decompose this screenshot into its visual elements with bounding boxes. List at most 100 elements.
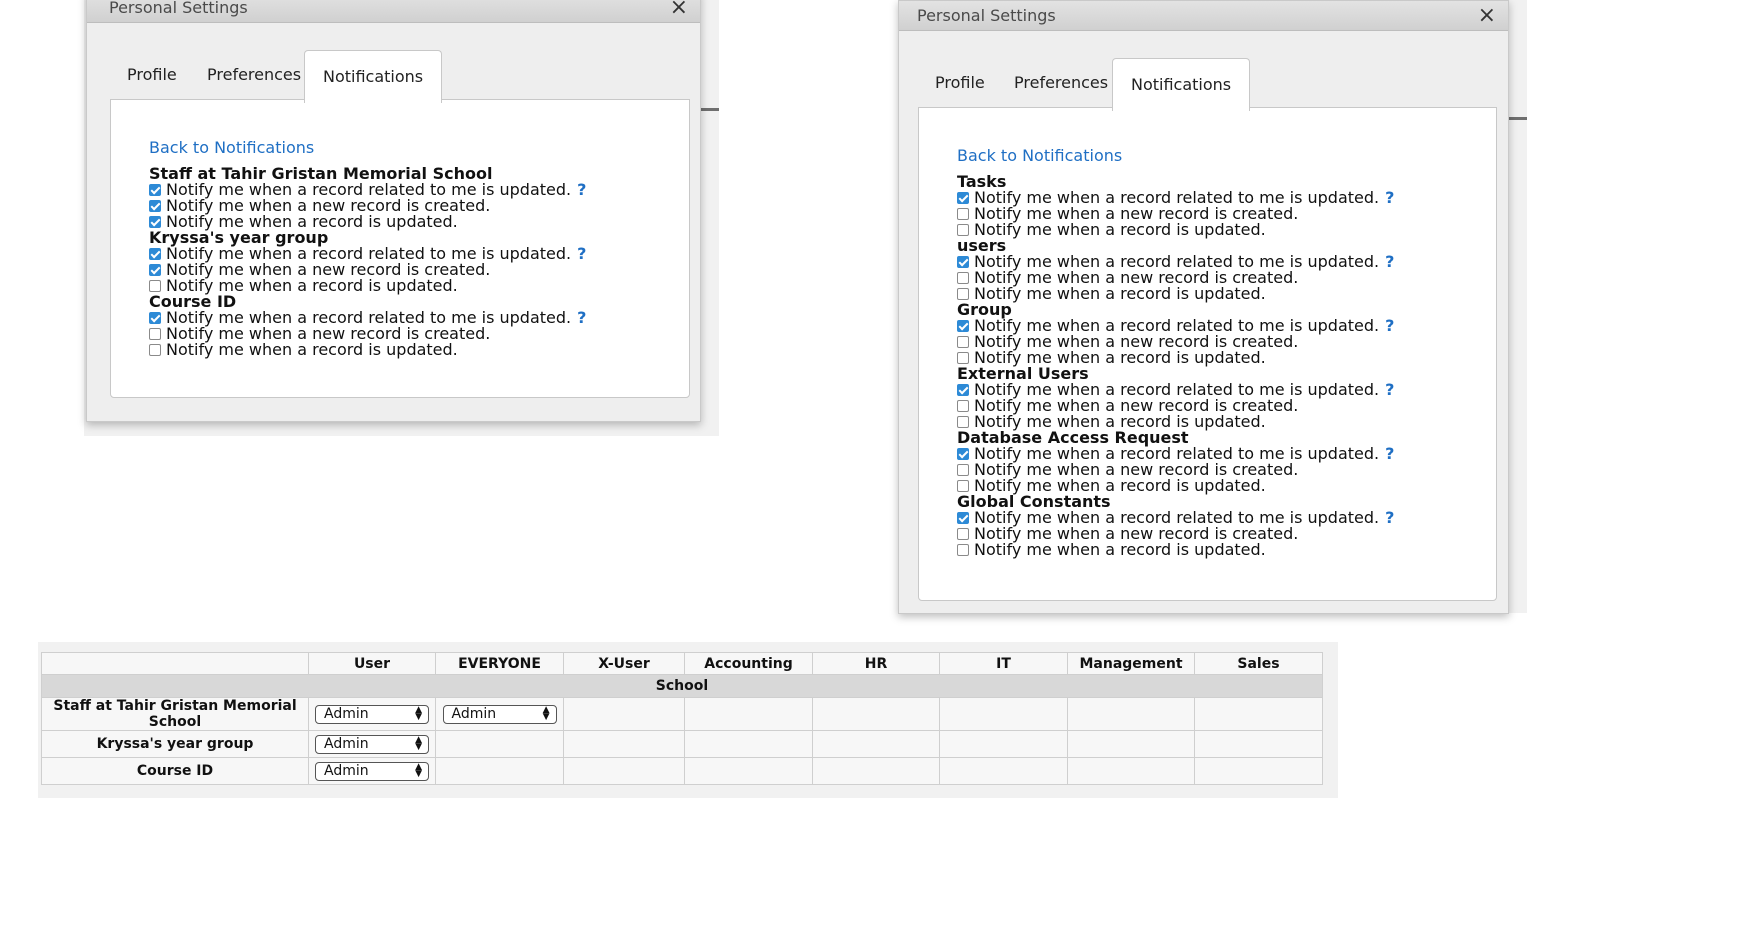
notification-checkbox[interactable] xyxy=(957,192,969,204)
notification-checkbox[interactable] xyxy=(149,344,161,356)
column-header-accounting: Accounting xyxy=(684,652,813,675)
tab-preferences[interactable]: Preferences xyxy=(1014,57,1108,109)
notification-option[interactable]: Notify me when a record is updated. xyxy=(149,342,586,358)
notification-checkbox[interactable] xyxy=(149,216,161,228)
help-icon[interactable]: ? xyxy=(1385,254,1394,270)
dialog-titlebar: Personal Settings × xyxy=(899,1,1508,31)
table-row: Staff at Tahir Gristan Memorial School Ad… xyxy=(41,697,1323,731)
notification-checkbox[interactable] xyxy=(957,336,969,348)
help-icon[interactable]: ? xyxy=(1385,190,1394,206)
back-to-notifications-link[interactable]: Back to Notifications xyxy=(957,146,1122,165)
column-header-x-user: X-User xyxy=(563,652,685,675)
table-cell: Admin ▲ ▼ xyxy=(308,730,436,758)
help-icon[interactable]: ? xyxy=(1385,382,1394,398)
table-cell xyxy=(1067,757,1195,785)
notification-checkbox[interactable] xyxy=(957,208,969,220)
tab-profile[interactable]: Profile xyxy=(127,49,177,101)
notification-checkbox[interactable] xyxy=(149,312,161,324)
section-row: School xyxy=(41,674,1323,698)
tab-preferences[interactable]: Preferences xyxy=(207,49,301,101)
notification-option[interactable]: Notify me when a record is updated. xyxy=(957,286,1394,302)
help-icon[interactable]: ? xyxy=(1385,446,1394,462)
column-header-sales: Sales xyxy=(1194,652,1323,675)
table-cell xyxy=(812,757,940,785)
column-header-user: User xyxy=(308,652,436,675)
notification-option[interactable]: Notify me when a record is updated. xyxy=(957,542,1394,558)
help-icon[interactable]: ? xyxy=(577,182,586,198)
notification-checkbox[interactable] xyxy=(957,400,969,412)
notification-checkbox[interactable] xyxy=(957,448,969,460)
role-select[interactable]: Admin ▲ ▼ xyxy=(315,734,429,754)
notification-group-list: Tasks Notify me when a record related to … xyxy=(957,174,1394,558)
table-cell xyxy=(939,757,1068,785)
column-header-management: Management xyxy=(1067,652,1195,675)
table-row: Kryssa's year group Admin ▲ ▼ xyxy=(41,730,1323,758)
help-icon[interactable]: ? xyxy=(577,246,586,262)
notification-checkbox[interactable] xyxy=(957,352,969,364)
notification-checkbox[interactable] xyxy=(957,224,969,236)
back-to-notifications-link[interactable]: Back to Notifications xyxy=(149,138,314,157)
personal-settings-dialog-left: Personal Settings × Profile Preferences … xyxy=(86,0,701,422)
close-icon[interactable]: × xyxy=(1478,1,1496,30)
role-select[interactable]: Admin ▲ ▼ xyxy=(315,704,429,724)
help-icon[interactable]: ? xyxy=(1385,318,1394,334)
table-cell xyxy=(1194,730,1323,758)
notification-checkbox[interactable] xyxy=(957,512,969,524)
notification-checkbox[interactable] xyxy=(957,464,969,476)
notification-checkbox[interactable] xyxy=(149,328,161,340)
role-select[interactable]: Admin ▲ ▼ xyxy=(315,761,429,781)
table-cell xyxy=(939,697,1068,731)
table-cell xyxy=(684,730,813,758)
tab-notifications[interactable]: Notifications xyxy=(304,50,443,103)
column-header-it: IT xyxy=(939,652,1068,675)
table-cell xyxy=(1067,697,1195,731)
close-icon[interactable]: × xyxy=(670,0,688,22)
role-select-value: Admin xyxy=(451,706,497,722)
notification-checkbox[interactable] xyxy=(957,416,969,428)
row-label: Course ID xyxy=(41,757,309,785)
notification-group-list: Staff at Tahir Gristan Memorial School No… xyxy=(149,166,586,358)
personal-settings-dialog-right: Personal Settings × Profile Preferences … xyxy=(898,0,1509,614)
notification-checkbox[interactable] xyxy=(957,272,969,284)
notification-option-label: Notify me when a record is updated. xyxy=(974,284,1266,303)
notification-checkbox[interactable] xyxy=(957,480,969,492)
notification-checkbox[interactable] xyxy=(957,288,969,300)
notification-checkbox[interactable] xyxy=(957,256,969,268)
notification-checkbox[interactable] xyxy=(149,184,161,196)
notification-checkbox[interactable] xyxy=(957,528,969,540)
row-label: Staff at Tahir Gristan Memorial School xyxy=(41,697,309,731)
tab-notifications[interactable]: Notifications xyxy=(1112,58,1251,111)
table-header-row: User EVERYONE X-User Accounting HR IT Ma… xyxy=(41,652,1323,675)
notification-option[interactable]: Notify me when a record is updated. xyxy=(957,222,1394,238)
notification-checkbox[interactable] xyxy=(149,200,161,212)
role-select[interactable]: Admin ▲ ▼ xyxy=(442,704,557,724)
table-cell xyxy=(435,757,564,785)
tab-profile[interactable]: Profile xyxy=(935,57,985,109)
backdrop-divider-right xyxy=(1508,117,1527,120)
table-cell xyxy=(563,757,685,785)
notification-checkbox[interactable] xyxy=(957,544,969,556)
notification-checkbox[interactable] xyxy=(149,280,161,292)
help-icon[interactable]: ? xyxy=(577,310,586,326)
notification-option-label: Notify me when a record is updated. xyxy=(974,540,1266,559)
role-select-value: Admin xyxy=(324,736,369,752)
dialog-titlebar: Personal Settings × xyxy=(87,0,700,23)
table-cell xyxy=(684,757,813,785)
permissions-table: User EVERYONE X-User Accounting HR IT Ma… xyxy=(41,652,1323,785)
notifications-panel: Back to Notifications Staff at Tahir Gri… xyxy=(110,99,690,398)
table-cell xyxy=(812,697,940,731)
notification-checkbox[interactable] xyxy=(957,320,969,332)
dialog-title: Personal Settings xyxy=(917,6,1056,25)
column-header-hr: HR xyxy=(812,652,940,675)
dialog-title: Personal Settings xyxy=(109,0,248,17)
select-arrows-icon: ▲ ▼ xyxy=(415,705,422,722)
notification-checkbox[interactable] xyxy=(149,264,161,276)
section-label: School xyxy=(41,674,1323,698)
notifications-panel: Back to Notifications Tasks Notify me whe… xyxy=(918,107,1497,601)
help-icon[interactable]: ? xyxy=(1385,510,1394,526)
table-row: Course ID Admin ▲ ▼ xyxy=(41,757,1323,785)
backdrop-divider-left xyxy=(700,108,719,111)
table-cell: Admin ▲ ▼ xyxy=(308,697,436,731)
notification-checkbox[interactable] xyxy=(957,384,969,396)
notification-checkbox[interactable] xyxy=(149,248,161,260)
